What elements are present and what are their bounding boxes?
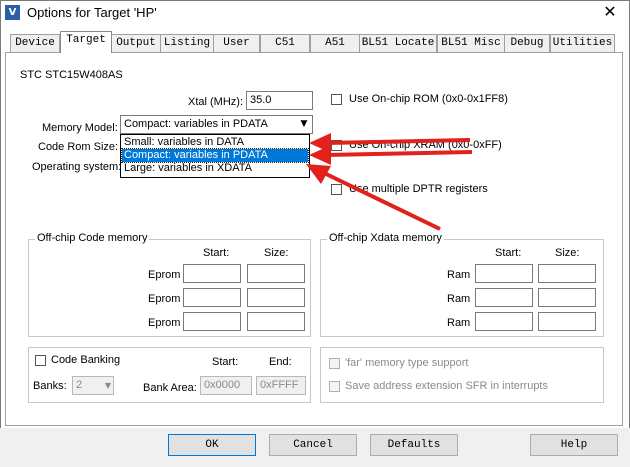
- red-arrow-large: [306, 164, 441, 231]
- red-arrow-small: [309, 133, 471, 153]
- annotation-arrows: [306, 133, 473, 231]
- red-arrow-compact: [309, 145, 473, 165]
